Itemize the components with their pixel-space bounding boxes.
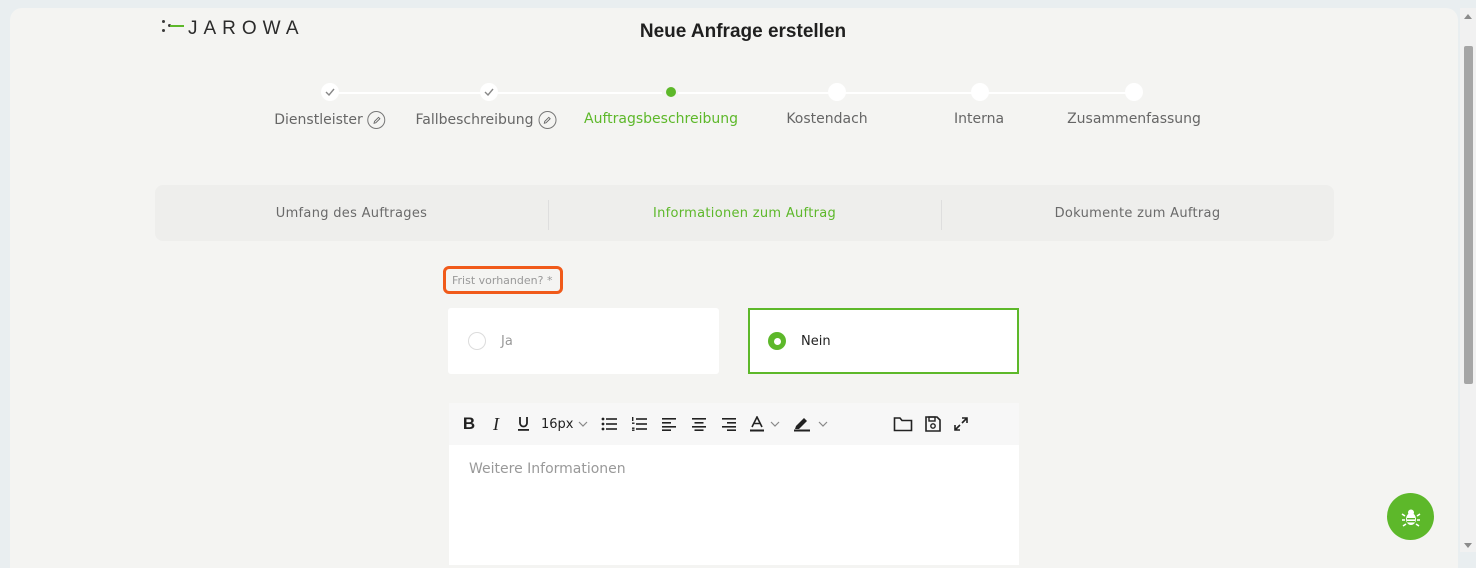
step-label: Kostendach: [786, 111, 868, 127]
bullet-list-icon[interactable]: [598, 412, 620, 436]
bug-report-button[interactable]: [1387, 493, 1434, 540]
scroll-thumb[interactable]: [1464, 46, 1473, 384]
radio-unchecked-icon[interactable]: [468, 332, 486, 350]
subtab-dokumente[interactable]: Dokumente zum Auftrag: [941, 199, 1334, 230]
highlight-color-icon[interactable]: [792, 412, 832, 436]
align-right-icon[interactable]: [718, 412, 740, 436]
step-label: Auftragsbeschreibung: [584, 111, 738, 127]
scroll-up-icon[interactable]: [1464, 14, 1472, 19]
bold-icon[interactable]: B: [459, 412, 479, 436]
radio-option-ja[interactable]: Ja: [448, 308, 719, 374]
subtab-informationen[interactable]: Informationen zum Auftrag: [548, 199, 941, 230]
expand-icon[interactable]: [952, 412, 970, 436]
align-center-icon[interactable]: [688, 412, 710, 436]
editor-toolbar: B I 16px: [449, 403, 1019, 445]
step-auftragsbeschreibung[interactable]: Auftragsbeschreibung: [584, 111, 738, 127]
radio-label-ja: Ja: [501, 333, 513, 349]
font-size-select[interactable]: 16px: [541, 412, 588, 436]
numbered-list-icon[interactable]: [628, 412, 650, 436]
step-fallbeschreibung[interactable]: Fallbeschreibung: [416, 111, 557, 129]
save-icon[interactable]: [922, 412, 944, 436]
scroll-down-icon[interactable]: [1464, 543, 1472, 548]
step-4-icon[interactable]: [828, 83, 846, 101]
step-3-active-icon[interactable]: [662, 83, 680, 101]
step-label: Zusammenfassung: [1067, 111, 1201, 127]
step-label: Dienstleister: [274, 112, 363, 128]
deadline-label: Frist vorhanden? *: [443, 266, 563, 294]
radio-option-nein[interactable]: Nein: [748, 308, 1019, 374]
step-zusammenfassung[interactable]: Zusammenfassung: [1067, 111, 1201, 127]
bug-icon: [1401, 509, 1420, 527]
step-label: Fallbeschreibung: [415, 112, 534, 128]
radio-checked-icon[interactable]: [768, 332, 786, 350]
folder-icon[interactable]: [892, 412, 914, 436]
scrollbar[interactable]: [1460, 8, 1476, 552]
step-kostendach[interactable]: Kostendach: [786, 111, 867, 127]
stepper-line: [678, 92, 1134, 94]
edit-icon[interactable]: [538, 111, 557, 129]
step-2-done-icon[interactable]: [480, 83, 498, 101]
edit-icon[interactable]: [367, 111, 386, 129]
stepper-line: [338, 92, 662, 94]
font-size-value: 16px: [541, 416, 574, 432]
text-color-icon[interactable]: [748, 412, 784, 436]
step-5-icon[interactable]: [971, 83, 989, 101]
step-dienstleister[interactable]: Dienstleister: [274, 111, 386, 129]
step-6-icon[interactable]: [1125, 83, 1143, 101]
step-label: Interna: [953, 111, 1005, 127]
rich-text-editor[interactable]: Weitere Informationen: [449, 445, 1019, 565]
radio-label-nein: Nein: [801, 333, 831, 349]
subtab-umfang[interactable]: Umfang des Auftrages: [155, 206, 548, 221]
subtabs: Umfang des Auftrages Informationen zum A…: [155, 185, 1334, 241]
step-interna[interactable]: Interna: [954, 111, 1004, 127]
step-1-done-icon[interactable]: [321, 83, 339, 101]
align-left-icon[interactable]: [658, 412, 680, 436]
italic-icon[interactable]: I: [487, 412, 505, 436]
stepper: Dienstleister Fallbeschreibung Auftragsb…: [10, 8, 1476, 138]
editor-placeholder: Weitere Informationen: [469, 461, 626, 477]
underline-icon[interactable]: [513, 412, 533, 436]
